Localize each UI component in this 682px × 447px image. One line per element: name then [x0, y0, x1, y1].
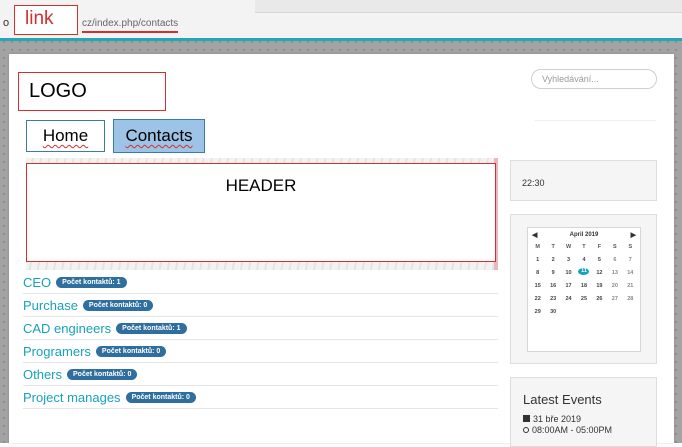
contact-category-project-manages[interactable]: Project manages Počet kontaktů: 0 [23, 386, 498, 409]
calendar-month: April 2019 [569, 232, 599, 238]
contact-category-purchase[interactable]: Purchase Počet kontaktů: 0 [23, 294, 498, 317]
address-url[interactable]: cz/index.php/contacts [82, 18, 179, 33]
calendar-day[interactable]: 6 [607, 257, 622, 264]
calendar-panel: ◀ April 2019 ▶ M T W T F S S 1 2 3 4 5 6 7 8 9 10 11 12 13 1… [510, 214, 657, 364]
nav-contacts-button[interactable]: Contacts [113, 119, 205, 153]
events-panel: Latest Events 31 bře 2019 08:00AM - 05:0… [510, 377, 657, 447]
calendar-day[interactable]: 7 [623, 257, 638, 264]
count-badge: Počet kontaktů: 0 [95, 345, 167, 357]
browser-left-glyph: o [3, 17, 10, 29]
calendar-day[interactable]: 29 [530, 309, 545, 316]
prev-month-icon[interactable]: ◀ [532, 231, 537, 239]
calendar-empty-cell [623, 309, 638, 316]
contact-list: CEO Počet kontaktů: 1 Purchase Počet kon… [23, 271, 498, 409]
events-title: Latest Events [523, 392, 602, 407]
calendar-day[interactable]: 18 [576, 283, 591, 290]
weekday-label: S [613, 244, 617, 250]
event-time-text: 08:00AM - 05:00PM [532, 425, 613, 435]
weekday-label: T [582, 244, 586, 250]
calendar-day[interactable]: 10 [561, 270, 576, 277]
calendar-day[interactable]: 23 [545, 296, 560, 303]
weekday-label: F [597, 244, 602, 250]
contact-category-others[interactable]: Others Počet kontaktů: 0 [23, 363, 498, 386]
calendar-day[interactable]: 21 [623, 283, 638, 290]
category-label[interactable]: Others [23, 367, 62, 382]
calendar-day[interactable]: 5 [592, 257, 607, 264]
calendar-empty-cell [592, 309, 607, 316]
calendar-day[interactable]: 11 [578, 268, 590, 275]
calendar-day[interactable]: 17 [561, 283, 576, 290]
contact-category-cad-engineers[interactable]: CAD engineers Počet kontaktů: 1 [23, 317, 498, 340]
calendar-day[interactable]: 2 [545, 257, 560, 264]
category-label[interactable]: Programers [23, 344, 91, 359]
count-badge: Počet kontaktů: 1 [56, 276, 127, 288]
contact-category-programers[interactable]: Programers Počet kontaktů: 0 [23, 340, 498, 363]
event-date-text: 31 bře 2019 [533, 414, 582, 424]
nav-home-label: Home [42, 126, 89, 145]
calendar-day[interactable]: 24 [561, 296, 576, 303]
calendar-day[interactable]: 13 [607, 270, 622, 277]
accent-stripe [0, 38, 682, 41]
calendar-icon [523, 415, 530, 422]
calendar-day[interactable]: 9 [545, 270, 560, 277]
count-badge: Počet kontaktů: 0 [67, 368, 138, 380]
count-badge: Počet kontaktů: 1 [116, 322, 187, 334]
calendar-day[interactable]: 22 [530, 296, 545, 303]
clock-panel: 22:30 [510, 160, 657, 201]
clock-time: 22:30 [522, 178, 545, 188]
category-label[interactable]: CAD engineers [23, 321, 111, 336]
calendar-day[interactable]: 4 [576, 257, 591, 264]
search-input[interactable] [531, 69, 657, 89]
clock-icon [523, 427, 529, 433]
header-placeholder: HEADER [26, 163, 496, 262]
calendar-day[interactable]: 12 [592, 270, 607, 277]
browser-tab-strip [255, 0, 682, 13]
calendar-header: ◀ April 2019 ▶ [528, 228, 640, 242]
divider [535, 120, 656, 121]
calendar-empty-cell [576, 309, 591, 316]
calendar-day[interactable]: 28 [623, 296, 638, 303]
count-badge: Počet kontaktů: 0 [125, 391, 196, 403]
link-annotation[interactable]: link [14, 5, 78, 35]
calendar-grid: M T W T F S S 1 2 3 4 5 6 7 8 9 10 11 12 13 14 15 16 17 18 19 20 21… [528, 242, 640, 316]
category-label[interactable]: Project manages [23, 390, 121, 405]
calendar-day[interactable]: 25 [576, 296, 591, 303]
calendar-empty-cell [561, 309, 576, 316]
calendar-widget: ◀ April 2019 ▶ M T W T F S S 1 2 3 4 5 6 7 8 9 10 11 12 13 1… [527, 227, 641, 352]
calendar-empty-cell [607, 309, 622, 316]
browser-address-bar: o link cz/index.php/contacts [0, 0, 682, 39]
calendar-day[interactable]: 1 [530, 257, 545, 264]
category-label[interactable]: Purchase [23, 298, 78, 313]
weekday-label: S [628, 244, 633, 250]
next-month-icon[interactable]: ▶ [631, 231, 636, 239]
calendar-day[interactable]: 16 [545, 283, 560, 290]
calendar-day[interactable]: 19 [592, 283, 607, 290]
weekday-label: T [551, 244, 555, 250]
event-date[interactable]: 31 bře 2019 [523, 414, 656, 424]
contact-category-ceo[interactable]: CEO Počet kontaktů: 1 [23, 271, 498, 294]
weekday-label: M [535, 244, 540, 250]
calendar-day[interactable]: 27 [607, 296, 622, 303]
nav-home-button[interactable]: Home [26, 120, 105, 152]
calendar-day[interactable]: 15 [530, 283, 545, 290]
calendar-day[interactable]: 8 [530, 270, 545, 277]
calendar-day[interactable]: 30 [545, 309, 560, 316]
site-logo[interactable]: LOGO [18, 72, 166, 111]
weekday-label: W [565, 244, 572, 250]
nav-contacts-label: Contacts [125, 126, 193, 145]
calendar-day[interactable]: 26 [592, 296, 607, 303]
count-badge: Počet kontaktů: 0 [82, 299, 154, 311]
calendar-day[interactable]: 20 [607, 283, 622, 290]
calendar-day[interactable]: 14 [623, 270, 638, 277]
calendar-day[interactable]: 3 [561, 257, 576, 264]
category-label[interactable]: CEO [23, 275, 51, 290]
event-time: 08:00AM - 05:00PM [523, 425, 656, 435]
